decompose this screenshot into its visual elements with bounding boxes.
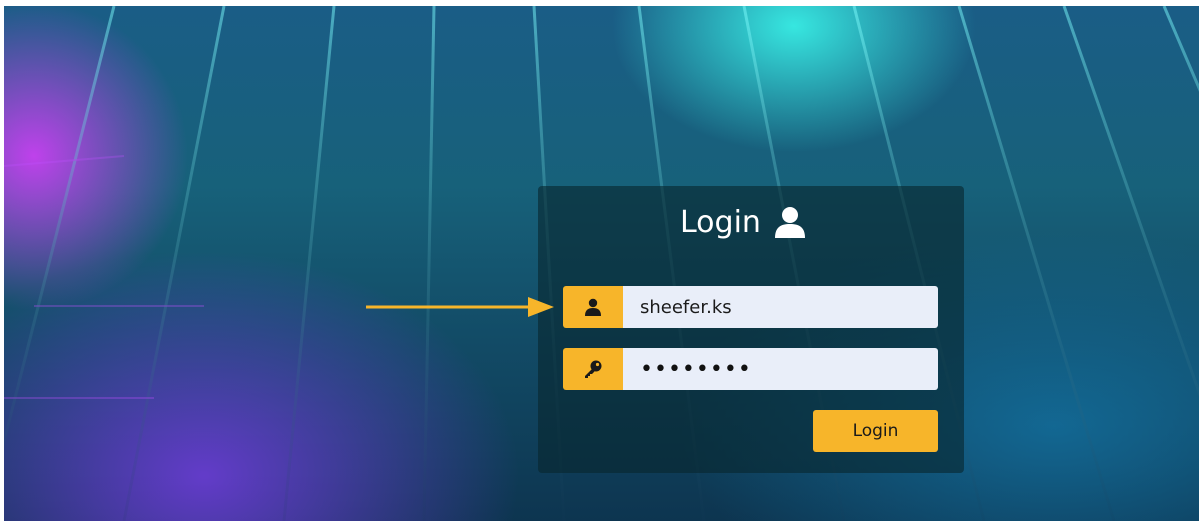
arrow-right-icon: [366, 297, 554, 317]
username-addon: [563, 286, 623, 328]
password-field[interactable]: ••••••••: [563, 348, 938, 390]
password-addon: [563, 348, 623, 390]
user-icon: [774, 207, 805, 238]
key-icon: [585, 360, 602, 378]
user-icon: [585, 298, 601, 316]
login-title-text: Login: [680, 204, 761, 240]
login-title: Login: [680, 200, 807, 244]
username-input[interactable]: sheefer.ks: [623, 286, 938, 328]
login-button[interactable]: Login: [813, 410, 938, 452]
username-field[interactable]: sheefer.ks: [563, 286, 938, 328]
password-input[interactable]: ••••••••: [623, 348, 938, 390]
